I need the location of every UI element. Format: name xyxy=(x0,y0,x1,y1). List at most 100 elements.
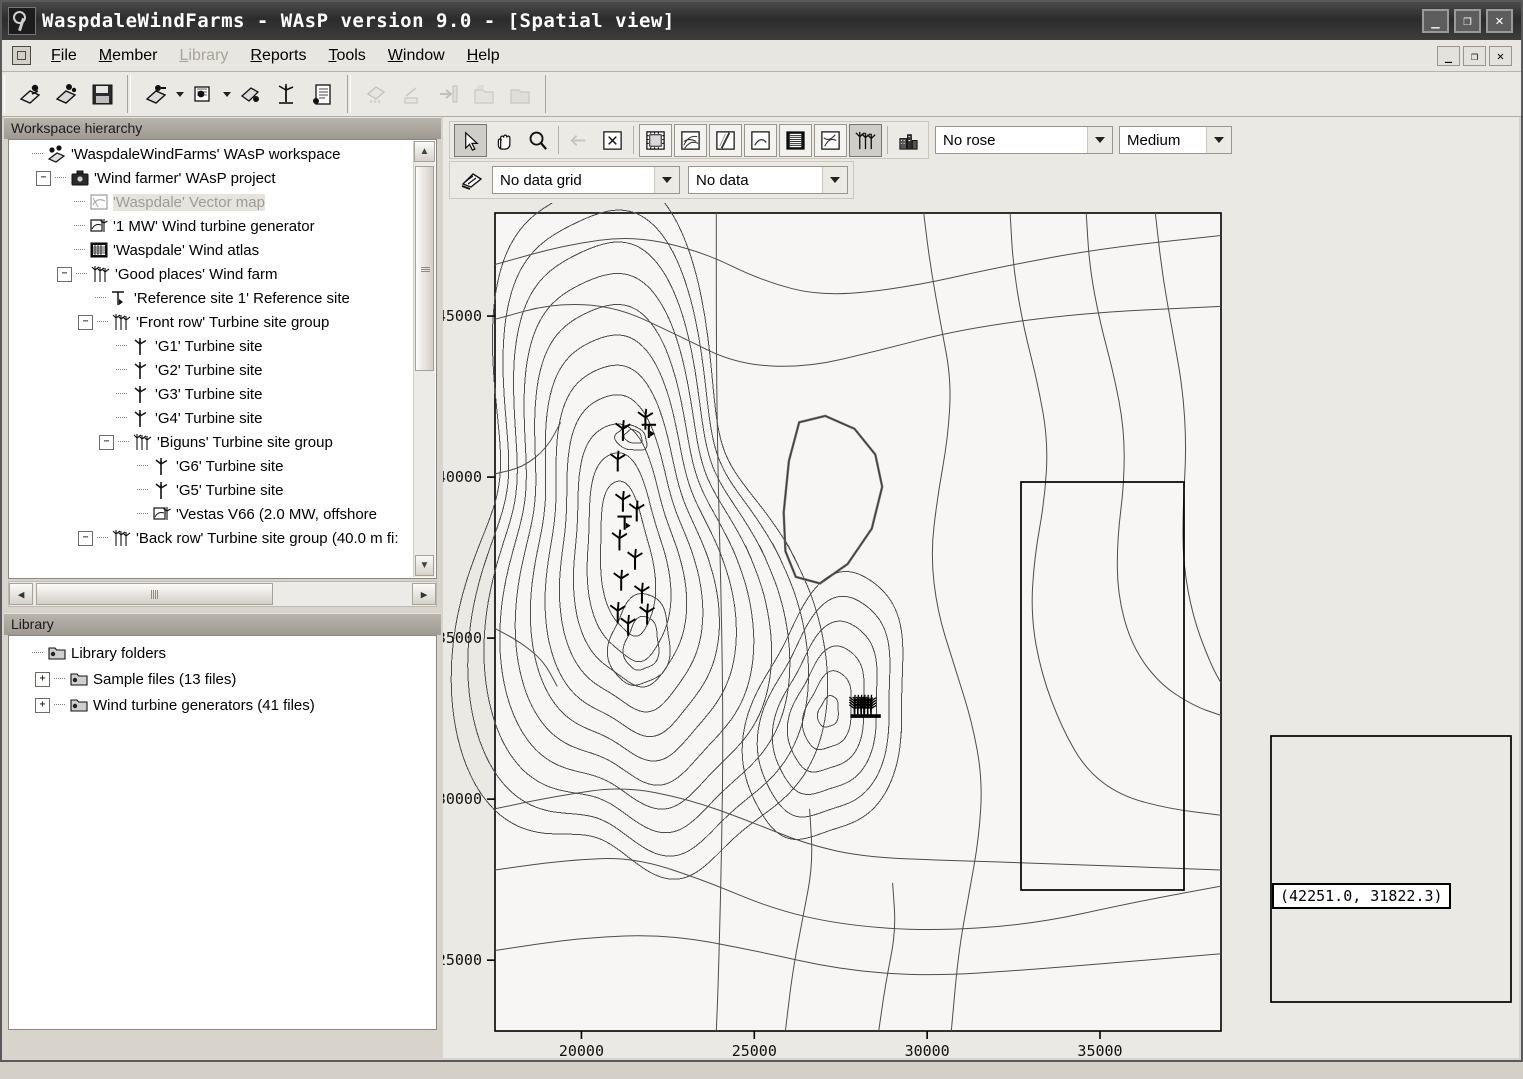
project-icon xyxy=(70,168,90,188)
wind-rose-select[interactable]: No rose xyxy=(935,126,1113,154)
tree-scroll-left-button[interactable]: ◀ xyxy=(9,583,33,605)
mdi-restore-button[interactable]: ❐ xyxy=(1463,45,1486,66)
tree-item[interactable]: 'G5' Turbine site xyxy=(9,478,414,502)
tree-expander-minus[interactable]: − xyxy=(99,434,114,450)
tree-expander-minus[interactable]: − xyxy=(36,170,51,186)
data-layer-select[interactable]: No data xyxy=(688,166,848,194)
tree-item[interactable]: 'Vestas V66 (2.0 MW, offshore xyxy=(9,502,414,526)
import-icon xyxy=(431,77,465,111)
tree-item[interactable]: − 'Back row' Turbine site group (40.0 m f… xyxy=(9,526,414,550)
tree-connector-line xyxy=(137,502,152,526)
wasp-logo-icon xyxy=(8,7,36,35)
tree-expander-minus[interactable]: − xyxy=(57,266,72,282)
map-toolbar: No rose Medium xyxy=(449,121,1519,159)
turbine-site-icon xyxy=(131,408,151,428)
menu-item-member[interactable]: Member xyxy=(88,44,169,68)
tree-scroll-down-button[interactable]: ▼ xyxy=(415,555,434,576)
back-row-selection-rect[interactable] xyxy=(1270,735,1512,1003)
insert-project-chevron-down-icon[interactable] xyxy=(174,77,185,111)
open-workspace-icon[interactable] xyxy=(49,77,83,111)
tree-item[interactable]: − 'Biguns' Turbine site group xyxy=(9,430,414,454)
tree-item[interactable]: − 'Good places' Wind farm xyxy=(9,262,414,286)
tree-item[interactable]: 'G1' Turbine site xyxy=(9,334,414,358)
turbine-site-icon xyxy=(131,360,151,380)
turbine-site-icon xyxy=(131,384,151,404)
tree-item[interactable]: − 'Front row' Turbine site group xyxy=(9,310,414,334)
data-grid-select[interactable]: No data grid xyxy=(492,166,680,194)
tree-scroll-right-button[interactable]: ▶ xyxy=(412,583,436,605)
map-canvas[interactable]: 20000 25000 30000 35000 45000 40000 35000 30000… xyxy=(443,203,1519,1060)
show-grid-icon[interactable] xyxy=(639,123,672,157)
show-elevation-icon[interactable] xyxy=(744,123,777,157)
map-plot[interactable]: 20000 25000 30000 35000 45000 40000 35000 30000… xyxy=(443,203,1523,1079)
menu-item-file[interactable]: File xyxy=(40,44,88,68)
wind-rose-chevron-down-icon[interactable] xyxy=(1087,127,1112,153)
zoom-magnifier-icon[interactable] xyxy=(522,125,553,156)
tree-hscroll-thumb[interactable] xyxy=(36,583,273,605)
rose-size-chevron-down-icon[interactable] xyxy=(1206,127,1231,153)
insert-map-icon[interactable] xyxy=(233,77,267,111)
close-button[interactable]: ✕ xyxy=(1486,9,1513,33)
tree-item[interactable]: 'Waspdale' Wind atlas xyxy=(9,238,414,262)
library-item[interactable]: + Sample files (13 files) xyxy=(13,666,436,692)
show-contours-icon[interactable] xyxy=(674,123,707,157)
tree-item-label: 'G6' Turbine site xyxy=(176,457,284,475)
show-obstacles-icon[interactable] xyxy=(893,125,924,156)
library-connector-line xyxy=(32,641,47,665)
tree-connector-line xyxy=(116,406,131,430)
select-arrow-icon[interactable] xyxy=(454,123,487,157)
minimize-button[interactable]: _ xyxy=(1422,9,1449,33)
menu-item-help[interactable]: Help xyxy=(456,44,511,68)
tree-item[interactable]: '1 MW' Wind turbine generator xyxy=(9,214,414,238)
rose-size-select[interactable]: Medium xyxy=(1119,126,1232,154)
tree-item[interactable]: 'G3' Turbine site xyxy=(9,382,414,406)
tree-expander-minus[interactable]: − xyxy=(78,530,93,546)
library-item[interactable]: + Wind turbine generators (41 files) xyxy=(13,692,436,718)
insert-project-icon[interactable] xyxy=(139,77,173,111)
show-turbines-icon[interactable] xyxy=(849,123,882,157)
maximize-button[interactable]: ❐ xyxy=(1454,9,1481,33)
tree-hscroll-track[interactable] xyxy=(33,583,412,605)
insert-wind-atlas-chevron-down-icon[interactable] xyxy=(221,77,232,111)
mdi-close-button[interactable]: ✕ xyxy=(1489,45,1512,66)
data-grid-icon[interactable] xyxy=(456,165,487,196)
show-vector-icon[interactable] xyxy=(814,123,847,157)
show-raster-icon[interactable] xyxy=(779,123,812,157)
tree-expander-minus[interactable]: − xyxy=(78,314,93,330)
tree-item[interactable]: − 'Wind farmer' WAsP project xyxy=(9,166,414,190)
library-expander-plus[interactable]: + xyxy=(35,697,50,713)
workspace-hierarchy-tree[interactable]: 'WaspdaleWindFarms' WAsP workspace − 'Wind… xyxy=(8,139,437,579)
zoom-extents-icon[interactable] xyxy=(597,125,628,156)
library-item-label: Library folders xyxy=(71,644,167,662)
wind-rose-value: No rose xyxy=(943,131,996,149)
tree-scroll-thumb[interactable] xyxy=(415,166,434,371)
pan-hand-icon[interactable] xyxy=(489,125,520,156)
library-expander-plus[interactable]: + xyxy=(35,671,50,687)
tree-scroll-up-button[interactable]: ▲ xyxy=(414,141,435,162)
tree-item[interactable]: 'G4' Turbine site xyxy=(9,406,414,430)
menu-bar: File Member Library Reports Tools Window Help … xyxy=(2,40,1521,72)
tree-connector-line xyxy=(137,454,152,478)
data-grid-chevron-down-icon[interactable] xyxy=(654,167,679,193)
tree-item[interactable]: 'Reference site 1' Reference site xyxy=(9,286,414,310)
save-workspace-icon[interactable] xyxy=(85,77,119,111)
data-layer-chevron-down-icon[interactable] xyxy=(822,167,847,193)
tree-item[interactable]: 'WaspdaleWindFarms' WAsP workspace xyxy=(9,142,414,166)
tree-vertical-scrollbar[interactable]: ▲ ▼ xyxy=(413,141,435,577)
tree-item[interactable]: 'G2' Turbine site xyxy=(9,358,414,382)
menu-item-reports[interactable]: Reports xyxy=(239,44,317,68)
show-roughness-icon[interactable] xyxy=(709,123,742,157)
tree-item[interactable]: 'G6' Turbine site xyxy=(9,454,414,478)
report-icon[interactable] xyxy=(305,77,339,111)
library-item[interactable]: Library folders xyxy=(13,640,436,666)
menu-item-tools[interactable]: Tools xyxy=(317,44,376,68)
insert-turbine-site-icon[interactable] xyxy=(269,77,303,111)
library-tree[interactable]: Library folders + Sample files (13 files) +… xyxy=(8,635,437,1030)
insert-wind-atlas-icon[interactable] xyxy=(186,77,220,111)
mdi-minimize-button[interactable]: _ xyxy=(1437,45,1460,66)
tree-horizontal-scrollbar[interactable]: ◀ ▶ xyxy=(8,581,437,607)
new-workspace-icon[interactable] xyxy=(13,77,47,111)
tree-item[interactable]: 'Waspdale' Vector map xyxy=(9,190,414,214)
menu-item-window[interactable]: Window xyxy=(377,44,456,68)
system-menu-icon[interactable] xyxy=(12,46,31,65)
